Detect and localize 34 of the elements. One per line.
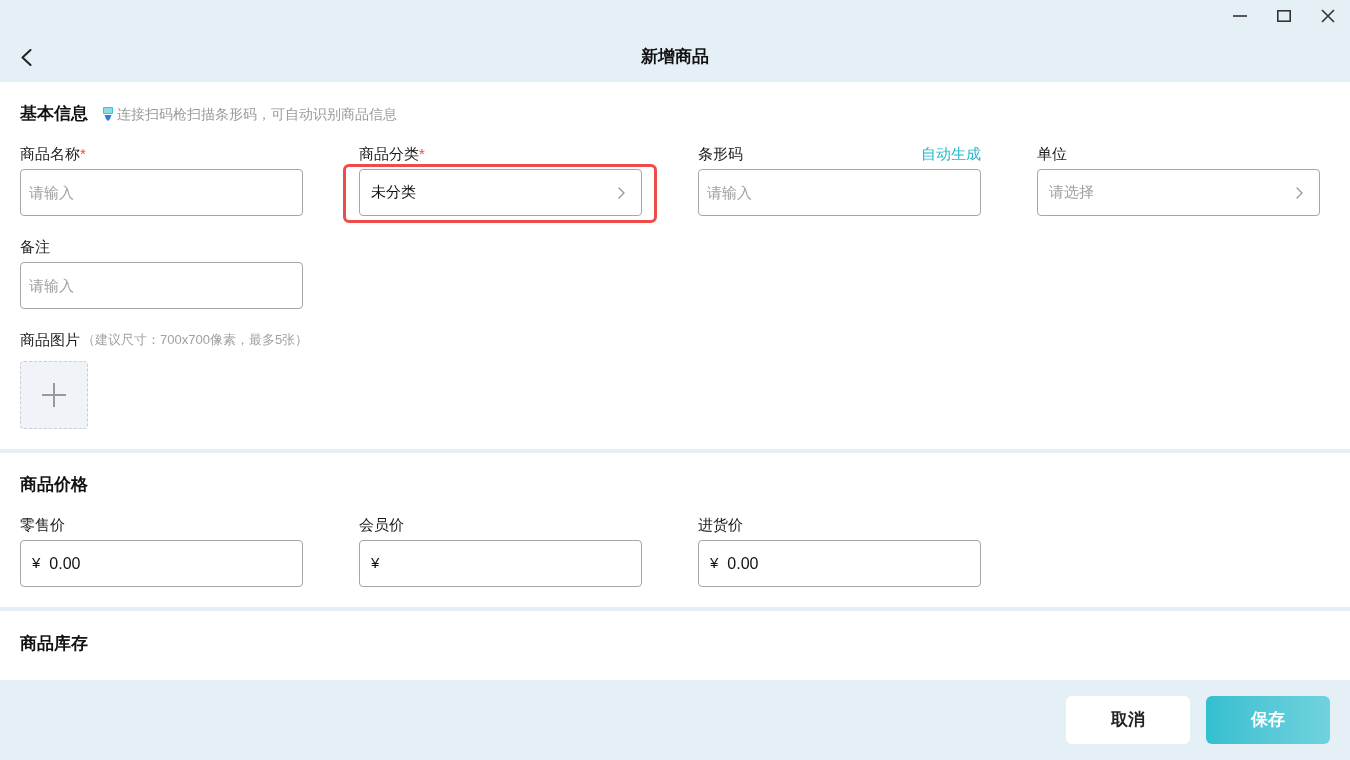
field-label: 单位	[1037, 144, 1067, 164]
field-label: 备注	[20, 237, 50, 257]
section-hint: 连接扫码枪扫描条形码，可自动识别商品信息	[117, 105, 397, 124]
section-title: 商品库存	[20, 633, 88, 655]
price-input[interactable]: 0.00	[49, 552, 90, 575]
scanner-icon	[102, 107, 114, 121]
select-field[interactable]: 未分类	[359, 169, 642, 216]
field-label: 商品图片	[20, 330, 80, 350]
plus-icon	[42, 383, 66, 407]
field-hint: （建议尺寸：700x700像素，最多5张）	[82, 331, 309, 349]
chevron-icon	[618, 186, 625, 199]
cancel-button[interactable]: 取消	[1066, 696, 1190, 744]
window-title: 新增商品	[641, 46, 709, 68]
close-icon[interactable]	[1321, 9, 1335, 23]
field-label: 商品分类	[359, 144, 419, 164]
maximize-icon[interactable]	[1277, 10, 1291, 22]
field-label: 进货价	[698, 515, 743, 535]
text-field[interactable]: 请输入	[20, 262, 303, 309]
required-mark: *	[419, 144, 425, 164]
required-mark: *	[80, 144, 86, 164]
section-title: 商品价格	[20, 474, 88, 496]
chevron-icon	[1296, 186, 1303, 199]
price-field[interactable]: ¥	[359, 540, 642, 587]
field-label: 条形码	[698, 144, 743, 164]
text-field[interactable]: 请输入	[20, 169, 303, 216]
field-label: 商品名称	[20, 144, 80, 164]
price-field[interactable]: ¥ 0.00	[698, 540, 981, 587]
field-label: 会员价	[359, 515, 404, 535]
back-icon[interactable]	[21, 48, 32, 66]
section-title: 基本信息	[20, 103, 88, 125]
price-input[interactable]: 0.00	[727, 552, 768, 575]
text-field[interactable]: 请输入	[698, 169, 981, 216]
price-field[interactable]: ¥ 0.00	[20, 540, 303, 587]
field-label: 零售价	[20, 515, 65, 535]
